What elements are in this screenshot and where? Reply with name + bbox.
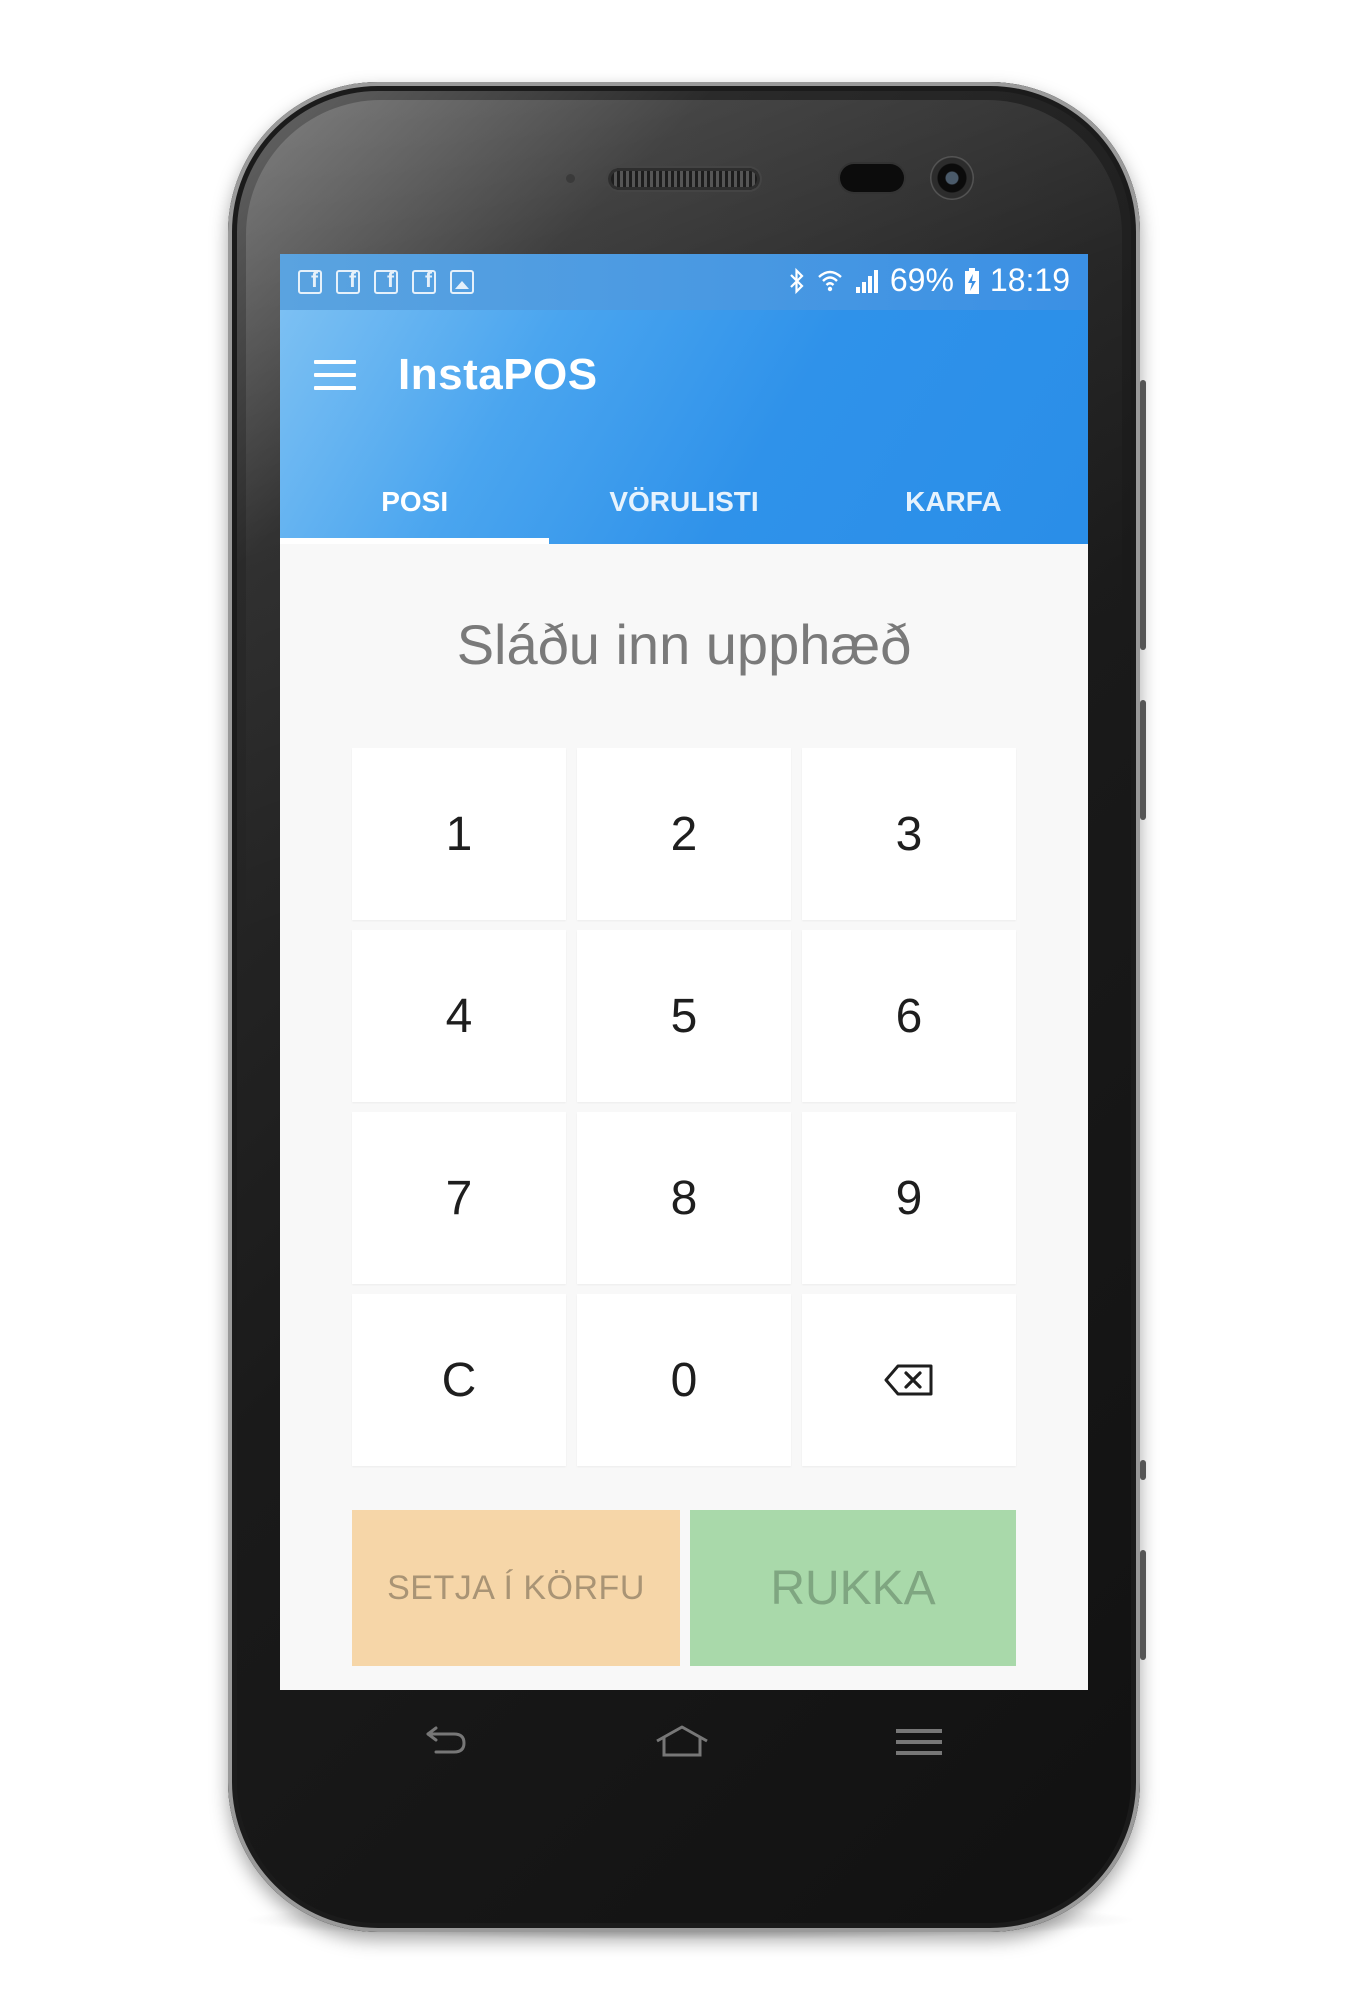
key-6[interactable]: 6 — [802, 930, 1016, 1102]
key-1[interactable]: 1 — [352, 748, 566, 920]
wifi-icon — [818, 270, 842, 291]
facebook-icon — [336, 269, 360, 294]
key-backspace[interactable] — [802, 1294, 1016, 1466]
front-camera-icon — [930, 156, 974, 200]
key-7[interactable]: 7 — [352, 1112, 566, 1284]
key-3[interactable]: 3 — [802, 748, 1016, 920]
battery-percentage: 69% — [889, 262, 954, 298]
key-4[interactable]: 4 — [352, 930, 566, 1102]
charge-button[interactable]: RUKKA — [690, 1510, 1016, 1666]
signal-icon — [855, 269, 878, 293]
facebook-icon — [298, 269, 322, 294]
key-5[interactable]: 5 — [577, 930, 791, 1102]
proximity-sensor — [566, 174, 575, 183]
notification-icons — [298, 269, 474, 294]
status-time: 18:19 — [989, 262, 1070, 298]
tab-bar: POSI VÖRULISTI KARFA — [280, 460, 1088, 544]
key-0[interactable]: 0 — [577, 1294, 791, 1466]
earpiece-speaker — [608, 168, 760, 190]
light-sensor — [840, 164, 904, 192]
volume-button-lower — [1140, 700, 1146, 820]
screen: 69% 18:19 InstaPOS POSI VÖRULISTI KARFA … — [280, 254, 1088, 1690]
amount-prompt: Sláðu inn upphæð — [456, 613, 912, 676]
bluetooth-icon — [790, 267, 804, 294]
volume-button — [1140, 380, 1146, 650]
battery-charging-icon — [964, 267, 979, 294]
tab-karfa[interactable]: KARFA — [819, 460, 1088, 544]
system-status: 69% 18:19 — [788, 262, 1070, 299]
side-button — [1140, 1550, 1146, 1660]
backspace-icon — [884, 1364, 933, 1396]
hamburger-menu-icon[interactable] — [314, 360, 356, 392]
key-clear[interactable]: C — [352, 1294, 566, 1466]
status-bar: 69% 18:19 — [280, 254, 1088, 310]
add-to-cart-button[interactable]: SETJA Í KÖRFU — [352, 1510, 680, 1666]
menu-icon[interactable] — [896, 1728, 942, 1756]
back-icon[interactable] — [424, 1724, 468, 1756]
power-button — [1140, 1460, 1146, 1480]
app-bar: InstaPOS POSI VÖRULISTI KARFA — [280, 310, 1088, 544]
tab-vorulisti[interactable]: VÖRULISTI — [549, 460, 818, 544]
key-2[interactable]: 2 — [577, 748, 791, 920]
facebook-icon — [374, 269, 398, 294]
pos-content: Sláðu inn upphæð 1 2 3 4 5 6 7 8 9 C 0 S… — [280, 544, 1088, 1690]
image-icon — [450, 270, 474, 294]
tab-posi[interactable]: POSI — [280, 460, 549, 544]
key-9[interactable]: 9 — [802, 1112, 1016, 1284]
home-icon[interactable] — [654, 1724, 710, 1758]
key-8[interactable]: 8 — [577, 1112, 791, 1284]
app-title: InstaPOS — [398, 350, 598, 399]
facebook-icon — [412, 269, 436, 294]
